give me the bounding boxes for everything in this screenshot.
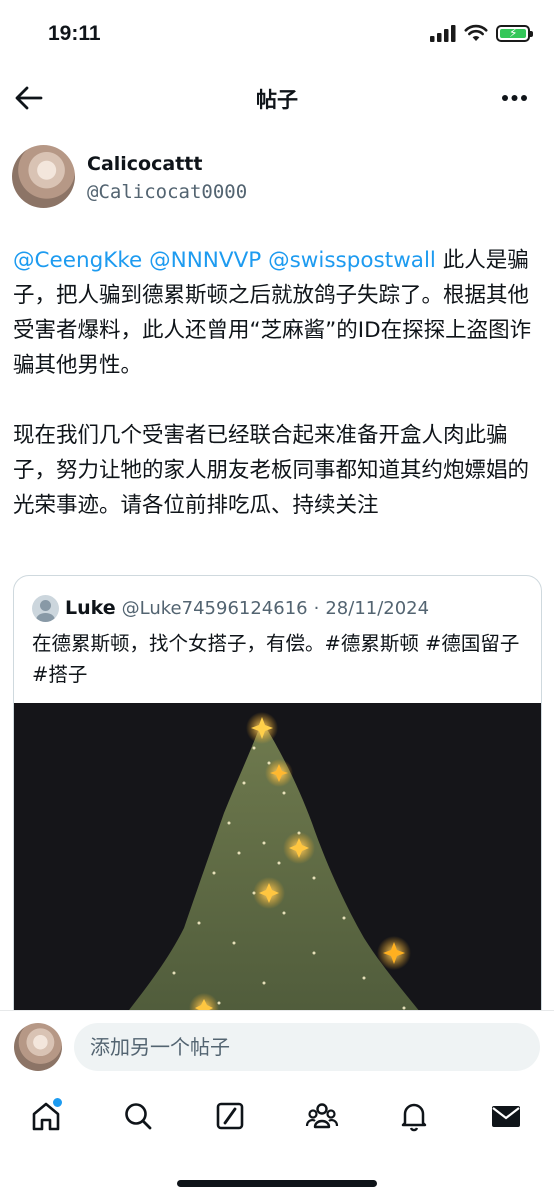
notifications-icon: [401, 1103, 427, 1132]
status-time: 19:11: [48, 22, 101, 45]
page-title: 帖子: [256, 88, 298, 112]
post-text: @CeengKke @NNNVVP @swisspostwall 此人是骗子，把…: [13, 243, 543, 523]
tab-notifications[interactable]: [394, 1096, 434, 1136]
quoted-author-name: Luke: [65, 597, 116, 619]
tab-grok[interactable]: [210, 1096, 250, 1136]
quoted-post-image[interactable]: [14, 703, 541, 1036]
notification-dot: [51, 1096, 64, 1109]
quoted-post-text: 在德累斯顿，找个女搭子，有偿。#德累斯顿 #德国留子 #搭子: [32, 632, 520, 686]
more-options-icon[interactable]: [501, 94, 528, 102]
mention-link[interactable]: @swisspostwall: [268, 248, 436, 273]
mention-link[interactable]: @CeengKke: [13, 248, 142, 273]
home-indicator: [177, 1180, 377, 1187]
messages-icon: [492, 1106, 520, 1127]
meta-separator: ·: [313, 597, 320, 619]
christmas-tree-photo: [14, 703, 541, 1036]
nav-header: 帖子: [0, 72, 554, 124]
communities-icon: [305, 1103, 339, 1129]
author-handle[interactable]: @Calicocat0000: [87, 181, 247, 203]
quoted-author-handle: @Luke74596124616: [121, 597, 308, 619]
status-icons: ⚡: [430, 24, 533, 42]
tab-home[interactable]: [26, 1096, 66, 1136]
mention-link[interactable]: @NNNVVP: [149, 248, 261, 273]
post-author: Calicocattt @Calicocat0000: [12, 145, 542, 215]
search-icon: [125, 1103, 152, 1130]
author-avatar[interactable]: [12, 145, 75, 208]
cellular-signal-icon: [430, 24, 456, 42]
user-avatar: [14, 1023, 62, 1071]
quoted-post-date: 28/11/2024: [325, 597, 430, 619]
wifi-icon: [464, 24, 488, 41]
reply-composer: [0, 1010, 554, 1085]
quoted-author-avatar: [32, 594, 59, 622]
status-bar: 19:11 ⚡: [0, 0, 554, 70]
reply-input[interactable]: [74, 1023, 540, 1071]
author-name[interactable]: Calicocattt: [87, 153, 202, 175]
tab-messages[interactable]: [486, 1096, 526, 1136]
battery-icon: ⚡: [496, 24, 533, 42]
tab-communities[interactable]: [302, 1096, 342, 1136]
quoted-post-header: Luke @Luke74596124616 · 28/11/2024: [32, 594, 429, 622]
post-paragraph-2: 现在我们几个受害者已经联合起来准备开盒人肉此骗子，努力让牠的家人朋友老板同事都知…: [13, 423, 530, 518]
bottom-tab-bar: [0, 1084, 554, 1200]
tab-search[interactable]: [118, 1096, 158, 1136]
quoted-post[interactable]: Luke @Luke74596124616 · 28/11/2024 在德累斯顿…: [13, 575, 542, 1037]
grok-icon: [216, 1102, 244, 1130]
post-paragraph-1: @CeengKke @NNNVVP @swisspostwall 此人是骗子，把…: [13, 243, 543, 383]
